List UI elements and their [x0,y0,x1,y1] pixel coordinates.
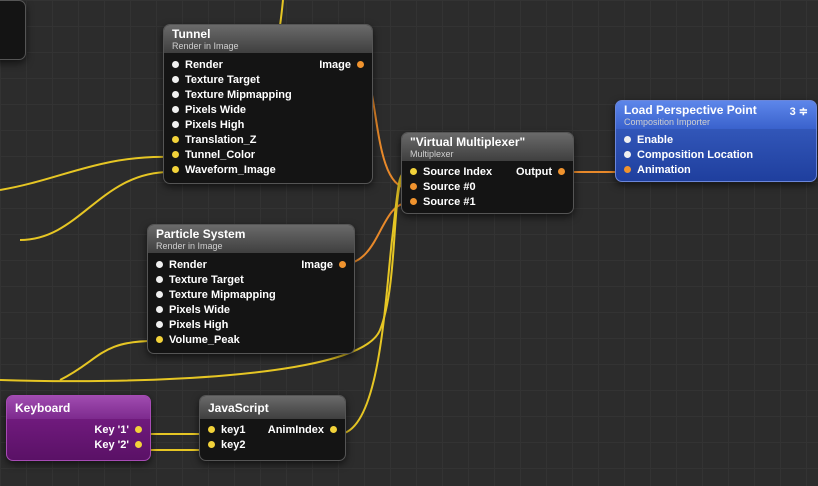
particle-input-pixels-high[interactable]: Pixels High [156,318,228,333]
tunnel-input-texture-mipmapping[interactable]: Texture Mipmapping [172,88,292,103]
particle-system-node[interactable]: Particle System Render in Image Render T… [147,224,355,354]
port-dot-icon [624,165,631,173]
port-dot-icon [135,440,142,448]
wire-volume-peak [59,340,155,381]
port-dot-icon [410,182,417,190]
tunnel-title: Tunnel [172,27,211,41]
tunnel-output-image[interactable]: Image [319,58,364,73]
particle-output-image[interactable]: Image [301,258,346,273]
particle-title: Particle System [156,227,246,241]
port-dot-icon [357,60,364,68]
particle-input-pixels-wide[interactable]: Pixels Wide [156,303,230,318]
tunnel-node[interactable]: Tunnel Render in Image Render Texture Ta… [163,24,373,184]
port-dot-icon [208,425,215,433]
port-dot-icon [156,260,163,268]
multiplexer-title: "Virtual Multiplexer" [410,135,526,149]
tunnel-input-texture-target[interactable]: Texture Target [172,73,260,88]
loadpoint-input-animation[interactable]: Animation [624,163,691,178]
tunnel-subtitle: Render in Image [172,41,239,51]
port-dot-icon [156,320,163,328]
multiplexer-subtitle: Multiplexer [410,149,454,159]
port-dot-icon [339,260,346,268]
loadpoint-subtitle: Composition Importer [624,117,711,127]
virtual-multiplexer-node[interactable]: "Virtual Multiplexer" Multiplexer Source… [401,132,574,214]
port-dot-icon [410,167,417,175]
tunnel-input-translation-z[interactable]: Translation_Z [172,133,257,148]
multiplexer-input-source-0[interactable]: Source #0 [410,180,476,195]
multiplexer-input-source-1[interactable]: Source #1 [410,195,476,210]
port-dot-icon [172,165,179,173]
loadpoint-stepper[interactable]: 3 ≑ [790,105,808,118]
particle-input-render[interactable]: Render [156,258,207,273]
particle-input-volume-peak[interactable]: Volume_Peak [156,333,240,348]
tunnel-input-pixels-wide[interactable]: Pixels Wide [172,103,246,118]
loadpoint-input-enable[interactable]: Enable [624,133,673,148]
tunnel-header[interactable]: Tunnel Render in Image [164,25,372,53]
multiplexer-input-source-index[interactable]: Source Index [410,165,492,180]
javascript-title: JavaScript [208,401,269,415]
port-dot-icon [172,135,179,143]
port-dot-icon [156,305,163,313]
keyboard-output-key2[interactable]: Key '2' [94,438,142,453]
tunnel-input-render[interactable]: Render [172,58,223,73]
partial-node-left[interactable] [0,0,26,60]
port-dot-icon [172,120,179,128]
javascript-input-key1[interactable]: key1 [208,423,245,438]
port-dot-icon [172,150,179,158]
tunnel-input-pixels-high[interactable]: Pixels High [172,118,244,133]
javascript-input-key2[interactable]: key2 [208,438,245,453]
loadpoint-header[interactable]: Load Perspective Point Composition Impor… [616,101,816,129]
multiplexer-output[interactable]: Output [516,165,565,180]
port-dot-icon [172,75,179,83]
particle-input-texture-mipmapping[interactable]: Texture Mipmapping [156,288,276,303]
loadpoint-input-composition-location[interactable]: Composition Location [624,148,753,163]
particle-subtitle: Render in Image [156,241,223,251]
port-dot-icon [208,440,215,448]
port-dot-icon [624,150,631,158]
keyboard-header[interactable]: Keyboard [7,396,150,419]
particle-input-texture-target[interactable]: Texture Target [156,273,244,288]
load-perspective-point-node[interactable]: Load Perspective Point Composition Impor… [615,100,817,182]
port-dot-icon [172,60,179,68]
tunnel-input-waveform-image[interactable]: Waveform_Image [172,163,276,178]
tunnel-input-tunnel-color[interactable]: Tunnel_Color [172,148,255,163]
javascript-header[interactable]: JavaScript [200,396,345,419]
keyboard-node[interactable]: Keyboard Key '1' Key '2' [6,395,151,461]
loadpoint-title: Load Perspective Point [624,103,757,117]
port-dot-icon [410,197,417,205]
port-dot-icon [156,275,163,283]
port-dot-icon [156,335,163,343]
port-dot-icon [330,425,337,433]
keyboard-output-key1[interactable]: Key '1' [94,423,142,438]
javascript-node[interactable]: JavaScript key1 key2 AnimIndex [199,395,346,461]
particle-header[interactable]: Particle System Render in Image [148,225,354,253]
port-dot-icon [172,90,179,98]
port-dot-icon [156,290,163,298]
wire-tunnel-color [0,155,171,191]
patch-editor-canvas[interactable]: Tunnel Render in Image Render Texture Ta… [0,0,818,486]
port-dot-icon [172,105,179,113]
keyboard-title: Keyboard [15,401,71,415]
multiplexer-header[interactable]: "Virtual Multiplexer" Multiplexer [402,133,573,161]
port-dot-icon [558,167,565,175]
port-dot-icon [135,425,142,433]
javascript-output-animindex[interactable]: AnimIndex [268,423,337,438]
port-dot-icon [624,135,631,143]
